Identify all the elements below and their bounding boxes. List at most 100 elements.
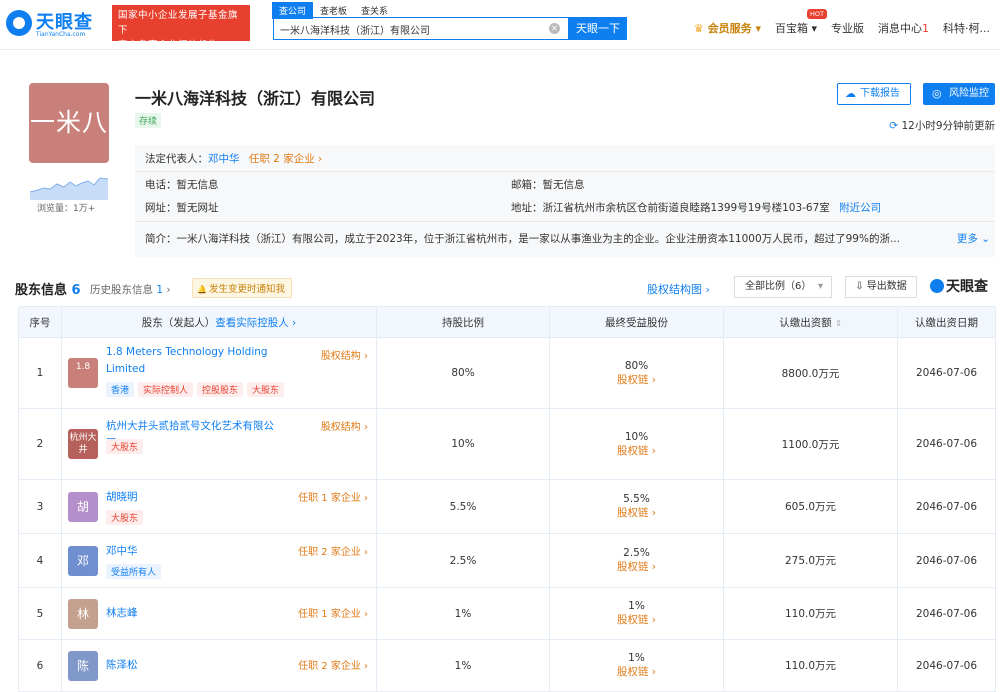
shareholder-avatar[interactable]: 林 <box>68 598 98 629</box>
info-divider <box>135 221 995 222</box>
cell-holder: 1.8 1.8 Meters Technology Holding Limite… <box>61 337 377 409</box>
nav-treasure-box[interactable]: 百宝箱 ▾ HOT <box>775 9 827 36</box>
nav-user-menu[interactable]: 科特·柯... <box>943 20 990 36</box>
intro-more-label: 更多 <box>956 233 978 245</box>
shareholder-detail-link[interactable]: 股权结构 › <box>321 418 368 433</box>
tianyancha-watermark: 天眼查 <box>930 276 988 296</box>
shareholder-detail-link[interactable]: 股权结构 › <box>321 347 368 362</box>
equity-chain-link[interactable]: 股权链 › <box>550 559 723 574</box>
shareholder-title: 股东信息 6 <box>15 279 81 298</box>
intro-row: 简介：一米八海洋科技（浙江）有限公司，成立于2023年，位于浙江省杭州市，是一家… <box>145 231 990 246</box>
cell-ratio: 2.5% <box>376 533 550 588</box>
logo-eye-icon <box>6 10 32 36</box>
final-benefit-value: 2.5% <box>623 547 650 559</box>
intro-more-link[interactable]: 更多 ⌄ <box>952 231 990 246</box>
update-time[interactable]: ⟳ 12小时9分钟前更新 <box>889 118 995 133</box>
shareholder-avatar[interactable]: 1.8 <box>68 358 98 388</box>
cell-capital: 110.0万元 <box>723 587 898 640</box>
shareholder-detail-link[interactable]: 任职 2 家企业 › <box>298 657 368 672</box>
shareholder-avatar[interactable]: 杭州大井 <box>68 429 98 459</box>
tianyancha-logo[interactable]: 天眼查 TianYanCha.com <box>6 8 106 40</box>
cell-no: 6 <box>18 639 62 692</box>
ratio-filter-select[interactable]: 全部比例（6） <box>734 276 832 298</box>
banner-line-1: 国家中小企业发展子基金旗下 <box>118 10 239 36</box>
nav-pro-version[interactable]: 专业版 <box>831 20 864 36</box>
sort-icon[interactable]: ⇕ <box>835 319 842 328</box>
cell-final-benefit: 10% 股权链 › <box>549 408 724 480</box>
shareholder-tag: 香港 <box>106 382 135 397</box>
final-benefit-value: 10% <box>624 430 649 443</box>
shareholder-avatar[interactable]: 陈 <box>68 650 98 681</box>
cell-no: 1 <box>18 337 62 409</box>
col-no: 序号 <box>18 306 62 338</box>
cell-no: 3 <box>18 479 62 534</box>
shareholder-name-link[interactable]: 林志峰 <box>106 605 276 622</box>
shareholder-title-text: 股东信息 <box>15 283 68 298</box>
shareholder-name-link[interactable]: 胡晓明 <box>106 489 276 506</box>
col-ratio: 持股比例 <box>376 306 550 338</box>
col-capital[interactable]: 认缴出资额 ⇕ <box>723 306 898 338</box>
nav-message-center[interactable]: 消息中心1 <box>878 20 929 36</box>
table-row: 6 陈 陈泽松 任职 2 家企业 › 1% 1% 股权链 › 110.0万元 20… <box>18 639 996 692</box>
equity-chain-link[interactable]: 股权链 › <box>550 664 723 679</box>
top-nav: 会员服务 ▾ 百宝箱 ▾HOT 专业版 消息中心1 科特·柯... <box>694 9 990 36</box>
cell-ratio: 80% <box>376 337 550 409</box>
cell-final-benefit: 5.5% 股权链 › <box>549 479 724 534</box>
nav-vip-services[interactable]: 会员服务 ▾ <box>694 20 761 36</box>
views-trend-chart <box>30 177 108 200</box>
equity-chain-link[interactable]: 股权链 › <box>550 505 723 520</box>
shareholder-detail-link[interactable]: 任职 1 家企业 › <box>298 489 368 504</box>
clear-icon[interactable]: ✕ <box>549 23 560 34</box>
equity-chain-link[interactable]: 股权链 › <box>550 372 723 387</box>
equity-structure-link[interactable]: 股权结构图 › <box>647 281 710 297</box>
cell-date: 2046-07-06 <box>897 337 996 409</box>
view-actual-controller-link[interactable]: 查看实际控股人 › <box>215 317 296 329</box>
cell-final-benefit: 1% 股权链 › <box>549 587 724 640</box>
cell-capital: 110.0万元 <box>723 639 898 692</box>
risk-monitor-button[interactable]: 风险监控 <box>923 83 995 105</box>
shareholder-count: 6 <box>71 283 81 298</box>
legal-rep-name[interactable]: 邓中华 <box>208 153 240 165</box>
equity-chain-link[interactable]: 股权链 › <box>550 612 723 627</box>
company-page: 一米八 浏览量：1万+ 一米八海洋科技（浙江）有限公司 存续 下载报告 风险监控… <box>15 66 1000 692</box>
cell-date: 2046-07-06 <box>897 408 996 480</box>
cell-no: 4 <box>18 533 62 588</box>
hot-badge: HOT <box>806 9 827 19</box>
official-banner[interactable]: 国家中小企业发展子基金旗下 官方备案企业征信机构 <box>112 5 250 51</box>
status-badge: 存续 <box>135 113 162 128</box>
col-date: 认缴出资日期 <box>897 306 996 338</box>
nearby-companies-link[interactable]: 附近公司 <box>839 202 881 214</box>
search-button[interactable]: 天眼一下 <box>569 17 627 40</box>
col-capital-label: 认缴出资额 <box>779 316 832 329</box>
info-divider <box>135 171 995 172</box>
legal-rep-jobs-link[interactable]: 任职 2 家企业 › <box>249 153 322 165</box>
table-header-row: 序号 股东（发起人）查看实际控股人 › 持股比例 最终受益股份 认缴出资额 ⇕ … <box>18 306 996 338</box>
shareholder-name-link[interactable]: 陈泽松 <box>106 657 276 674</box>
shareholder-avatar[interactable]: 胡 <box>68 491 98 522</box>
email-field: 邮箱：暂无信息 <box>511 179 585 191</box>
search-input[interactable]: 一米八海洋科技（浙江）有限公司 ✕ <box>273 17 569 40</box>
col-holder-label: 股东（发起人） <box>141 316 216 329</box>
notify-on-change-button[interactable]: 发生变更时通知我 <box>192 278 292 298</box>
table-row: 1 1.8 1.8 Meters Technology Holding Limi… <box>18 337 996 409</box>
cell-holder: 胡 胡晓明 任职 1 家企业 › 大股东 <box>61 479 377 534</box>
search-input-value: 一米八海洋科技（浙江）有限公司 <box>280 26 430 37</box>
cell-ratio: 1% <box>376 639 550 692</box>
shareholder-detail-link[interactable]: 任职 1 家企业 › <box>298 605 368 620</box>
export-data-button[interactable]: 导出数据 <box>845 276 917 298</box>
legal-rep-label: 法定代表人： <box>145 153 208 165</box>
phone-field: 电话：暂无信息 <box>145 179 219 191</box>
shareholder-avatar[interactable]: 邓 <box>68 545 98 576</box>
equity-chain-link[interactable]: 股权链 › <box>550 443 723 458</box>
shareholder-name-link[interactable]: 邓中华 <box>106 543 276 560</box>
message-count-badge: 1 <box>922 22 929 35</box>
cell-holder: 陈 陈泽松 任职 2 家企业 › <box>61 639 377 692</box>
refresh-icon: ⟳ <box>889 120 899 132</box>
logo-eye-icon <box>930 279 944 293</box>
shareholder-tag: 大股东 <box>106 439 144 454</box>
table-row: 5 林 林志峰 任职 1 家企业 › 1% 1% 股权链 › 110.0万元 20… <box>18 587 996 640</box>
download-report-button[interactable]: 下载报告 <box>837 83 911 105</box>
history-shareholders-link[interactable]: 历史股东信息 1 › <box>90 282 171 297</box>
shareholder-name-link[interactable]: 1.8 Meters Technology Holding Limited <box>106 344 276 378</box>
shareholder-detail-link[interactable]: 任职 2 家企业 › <box>298 543 368 558</box>
